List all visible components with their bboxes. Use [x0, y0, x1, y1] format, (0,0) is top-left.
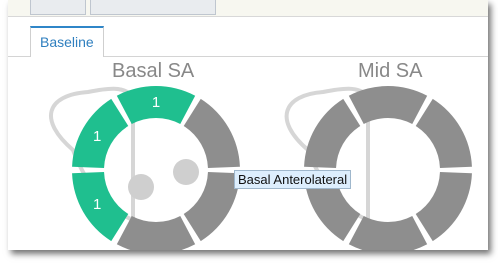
basal-segment-basal-inferolateral[interactable] — [183, 98, 240, 169]
bullseye-canvas: 1 1 1 — [49, 86, 472, 250]
mid-segment-mid-anterior[interactable] — [348, 215, 428, 250]
mid-segment-mid-inferior[interactable] — [348, 86, 428, 125]
basal-segment-value: 1 — [93, 128, 101, 145]
segment-tooltip: Basal Anterolateral — [234, 170, 352, 189]
basal-segment-basal-anterior[interactable] — [116, 215, 196, 250]
mid-segment-mid-anterolateral[interactable] — [415, 171, 472, 242]
basal-segment-value: 1 — [93, 196, 101, 213]
app-panel: Baseline Basal SA Mid SA 111 — [8, 0, 488, 250]
mid-sa-bullseye — [304, 86, 472, 250]
papillary-muscle-marker — [173, 159, 199, 185]
papillary-muscle-marker — [128, 174, 154, 200]
mid-segment-mid-inferolateral[interactable] — [415, 98, 472, 169]
mid-segment-mid-inferoseptal[interactable] — [304, 98, 361, 169]
basal-sa-bullseye: 1 1 1 — [72, 86, 240, 250]
basal-segment-value: 1 — [152, 94, 160, 111]
